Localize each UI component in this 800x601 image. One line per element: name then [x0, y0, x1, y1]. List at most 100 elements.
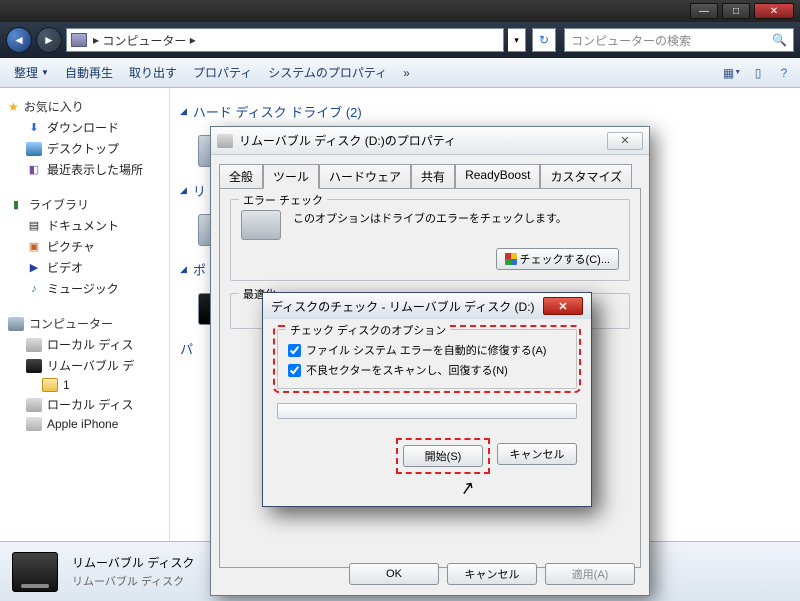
error-check-text: このオプションはドライブのエラーをチェックします。: [293, 210, 619, 226]
check-disk-title-text: ディスクのチェック - リムーバブル ディスク (D:): [271, 298, 535, 315]
properties-title-text: リムーバブル ディスク (D:)のプロパティ: [239, 132, 456, 149]
scan-recover-checkbox[interactable]: [288, 364, 301, 377]
breadcrumb-sep: ▸: [93, 33, 102, 47]
minimize-button[interactable]: —: [690, 3, 718, 19]
sidebar-folder-1[interactable]: 1: [4, 376, 165, 394]
properties-close-button[interactable]: ✕: [607, 132, 643, 150]
organize-menu[interactable]: 整理▼: [6, 61, 57, 84]
computer-group[interactable]: コンピューター: [4, 313, 165, 334]
check-options-label: チェック ディスクのオプション: [286, 322, 450, 338]
preview-pane-icon[interactable]: ▯: [748, 64, 768, 82]
ok-button[interactable]: OK: [349, 563, 439, 585]
apply-button[interactable]: 適用(A): [545, 563, 635, 585]
search-icon: 🔍: [772, 33, 787, 47]
properties-titlebar[interactable]: リムーバブル ディスク (D:)のプロパティ ✕: [211, 127, 649, 155]
check-disk-dialog: ディスクのチェック - リムーバブル ディスク (D:) ✕ チェック ディスク…: [262, 292, 592, 507]
phone-icon: [26, 417, 42, 431]
computer-icon: [71, 33, 87, 47]
check-options-group: チェック ディスクのオプション ファイル システム エラーを自動的に修復する(A…: [277, 329, 577, 389]
tab-customize[interactable]: カスタマイズ: [540, 164, 632, 189]
autoplay-button[interactable]: 自動再生: [57, 61, 121, 84]
hdd-category[interactable]: ◢ハード ディスク ドライブ (2): [180, 96, 790, 127]
refresh-button[interactable]: ↻: [532, 28, 556, 52]
computer-icon: [8, 317, 24, 331]
recent-icon: ◧: [26, 163, 42, 177]
breadcrumb-computer[interactable]: コンピューター: [102, 32, 186, 49]
check-disk-titlebar[interactable]: ディスクのチェック - リムーバブル ディスク (D:) ✕: [263, 293, 591, 319]
favorites-group[interactable]: ★お気に入り: [4, 96, 165, 117]
sidebar-pictures[interactable]: ▣ピクチャ: [4, 236, 165, 257]
navigation-pane: ★お気に入り ⬇ダウンロード デスクトップ ◧最近表示した場所 ▮ライブラリ ▤…: [0, 88, 170, 541]
address-field[interactable]: ▸ コンピューター ▸: [66, 28, 504, 52]
address-dropdown[interactable]: ▾: [508, 28, 526, 52]
progress-bar: [277, 403, 577, 419]
check-disk-body: チェック ディスクのオプション ファイル システム エラーを自動的に修復する(A…: [263, 319, 591, 443]
folder-icon: [42, 378, 58, 392]
music-icon: ♪: [26, 282, 42, 296]
sidebar-documents[interactable]: ▤ドキュメント: [4, 215, 165, 236]
sidebar-music[interactable]: ♪ミュージック: [4, 278, 165, 299]
sidebar-local-disk[interactable]: ローカル ディス: [4, 334, 165, 355]
check-now-button[interactable]: チェックする(C)...: [496, 248, 619, 270]
download-icon: ⬇: [26, 121, 42, 135]
details-title: リムーバブル ディスク: [72, 554, 194, 571]
tab-readyboost[interactable]: ReadyBoost: [455, 164, 540, 189]
error-check-group: エラー チェック このオプションはドライブのエラーをチェックします。 チェックす…: [230, 199, 630, 281]
view-mode-icon[interactable]: ▦▼: [722, 64, 742, 82]
videos-icon: ▶: [26, 261, 42, 275]
library-icon: ▮: [8, 198, 24, 212]
uac-shield-icon: [505, 253, 517, 265]
start-button-highlight: 開始(S): [401, 443, 485, 469]
properties-button[interactable]: プロパティ: [185, 61, 260, 84]
back-button[interactable]: ◄: [6, 27, 32, 53]
search-placeholder: コンピューターの検索: [571, 32, 691, 49]
sidebar-recent[interactable]: ◧最近表示した場所: [4, 159, 165, 180]
usb-icon: [26, 359, 42, 373]
tab-hardware[interactable]: ハードウェア: [319, 164, 411, 189]
toolbar-more[interactable]: »: [395, 63, 418, 83]
tab-sharing[interactable]: 共有: [411, 164, 455, 189]
auto-fix-option[interactable]: ファイル システム エラーを自動的に修復する(A): [288, 340, 566, 360]
help-icon[interactable]: ?: [774, 64, 794, 82]
cancel-button[interactable]: キャンセル: [447, 563, 537, 585]
eject-button[interactable]: 取り出す: [121, 61, 185, 84]
tab-general[interactable]: 全般: [219, 164, 263, 189]
search-input[interactable]: コンピューターの検索 🔍: [564, 28, 794, 52]
document-icon: ▤: [26, 219, 42, 233]
desktop-icon: [26, 142, 42, 156]
forward-button[interactable]: ►: [36, 27, 62, 53]
check-cancel-button[interactable]: キャンセル: [497, 443, 577, 465]
drive-icon: [26, 398, 42, 412]
disk-check-icon: [241, 210, 281, 240]
pictures-icon: ▣: [26, 240, 42, 254]
expand-icon: ◢: [180, 185, 187, 196]
address-bar: ◄ ► ▸ コンピューター ▸ ▾ ↻ コンピューターの検索 🔍: [0, 22, 800, 58]
sidebar-local-disk-2[interactable]: ローカル ディス: [4, 394, 165, 415]
close-button[interactable]: ✕: [754, 3, 794, 19]
sidebar-removable[interactable]: リムーバブル デ: [4, 355, 165, 376]
libraries-group[interactable]: ▮ライブラリ: [4, 194, 165, 215]
sidebar-downloads[interactable]: ⬇ダウンロード: [4, 117, 165, 138]
star-icon: ★: [8, 100, 19, 114]
auto-fix-checkbox[interactable]: [288, 344, 301, 357]
expand-icon: ◢: [180, 106, 187, 117]
sidebar-videos[interactable]: ▶ビデオ: [4, 257, 165, 278]
start-button[interactable]: 開始(S): [403, 445, 483, 467]
properties-tabs: 全般 ツール ハードウェア 共有 ReadyBoost カスタマイズ: [211, 155, 649, 188]
breadcrumb-sep2: ▸: [186, 33, 195, 47]
sidebar-iphone[interactable]: Apple iPhone: [4, 415, 165, 433]
expand-icon: ◢: [180, 264, 187, 275]
details-subtitle: リムーバブル ディスク: [72, 573, 194, 589]
system-properties-button[interactable]: システムのプロパティ: [260, 61, 395, 84]
removable-disk-icon: [12, 552, 58, 592]
explorer-toolbar: 整理▼ 自動再生 取り出す プロパティ システムのプロパティ » ▦▼ ▯ ?: [0, 58, 800, 88]
drive-icon: [26, 338, 42, 352]
sidebar-desktop[interactable]: デスクトップ: [4, 138, 165, 159]
check-disk-close-button[interactable]: ✕: [543, 297, 583, 315]
error-check-label: エラー チェック: [239, 192, 327, 208]
window-titlebar: — □ ✕: [0, 0, 800, 22]
tab-tools[interactable]: ツール: [263, 164, 319, 189]
drive-icon: [217, 134, 233, 148]
maximize-button[interactable]: □: [722, 3, 750, 19]
scan-recover-option[interactable]: 不良セクターをスキャンし、回復する(N): [288, 360, 566, 380]
